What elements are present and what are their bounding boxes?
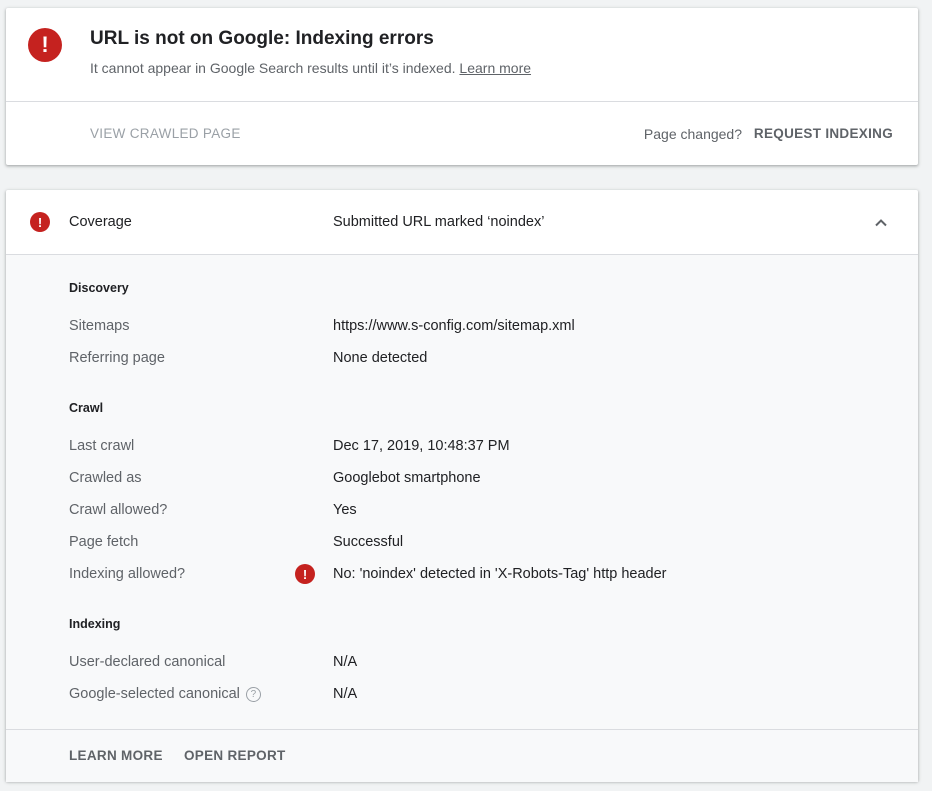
learn-more-link[interactable]: Learn more [459, 60, 531, 76]
coverage-footer: LEARN MORE OPEN REPORT [6, 729, 918, 782]
user-canonical-label: User-declared canonical [69, 654, 226, 670]
coverage-title: Coverage [69, 214, 132, 230]
indexing-allowed-value: No: 'noindex' detected in 'X-Robots-Tag'… [333, 566, 667, 582]
last-crawl-label: Last crawl [69, 438, 135, 454]
page-fetch-value: Successful [333, 534, 404, 550]
google-canonical-value: N/A [333, 686, 358, 702]
error-icon: ! [295, 564, 315, 584]
learn-more-button[interactable]: LEARN MORE [69, 748, 163, 763]
user-canonical-value: N/A [333, 654, 358, 670]
coverage-header[interactable]: ! Coverage Submitted URL marked ‘noindex… [6, 190, 918, 254]
section-title-discovery: Discovery [69, 281, 129, 295]
view-crawled-page-button[interactable]: VIEW CRAWLED PAGE [90, 126, 241, 141]
open-report-button[interactable]: OPEN REPORT [184, 748, 286, 763]
referring-page-value: None detected [333, 350, 428, 366]
sitemaps-label: Sitemaps [69, 318, 130, 334]
request-indexing-button[interactable]: REQUEST INDEXING [754, 126, 893, 141]
referring-page-label: Referring page [69, 350, 165, 366]
last-crawl-value: Dec 17, 2019, 10:48:37 PM [333, 438, 510, 454]
section-title-indexing: Indexing [69, 617, 121, 631]
google-canonical-label: Google-selected canonical? [69, 686, 261, 702]
crawled-as-label: Crawled as [69, 470, 142, 486]
page-fetch-label: Page fetch [69, 534, 139, 550]
indexing-allowed-label: Indexing allowed? [69, 566, 186, 582]
crawl-allowed-value: Yes [333, 502, 357, 518]
chevron-up-icon[interactable] [872, 214, 890, 232]
section-title-crawl: Crawl [69, 401, 104, 415]
crawled-as-value: Googlebot smartphone [333, 470, 481, 486]
status-subline-text: It cannot appear in Google Search result… [90, 60, 456, 76]
coverage-card: ! Coverage Submitted URL marked ‘noindex… [6, 190, 918, 782]
status-headline: URL is not on Google: Indexing errors [90, 28, 434, 49]
error-icon: ! [28, 28, 62, 62]
status-subline: It cannot appear in Google Search result… [90, 60, 531, 76]
coverage-status: Submitted URL marked ‘noindex’ [333, 214, 545, 230]
sitemaps-value: https://www.s-config.com/sitemap.xml [333, 318, 575, 334]
page-changed-label: Page changed? [643, 126, 742, 142]
divider [6, 101, 918, 102]
error-icon: ! [30, 212, 50, 232]
coverage-details: Discovery Sitemaps https://www.s-config.… [6, 255, 918, 729]
crawl-allowed-label: Crawl allowed? [69, 502, 168, 518]
help-icon[interactable]: ? [245, 686, 261, 702]
google-canonical-label-text: Google-selected canonical [69, 686, 240, 702]
status-card: ! URL is not on Google: Indexing errors … [6, 8, 918, 165]
